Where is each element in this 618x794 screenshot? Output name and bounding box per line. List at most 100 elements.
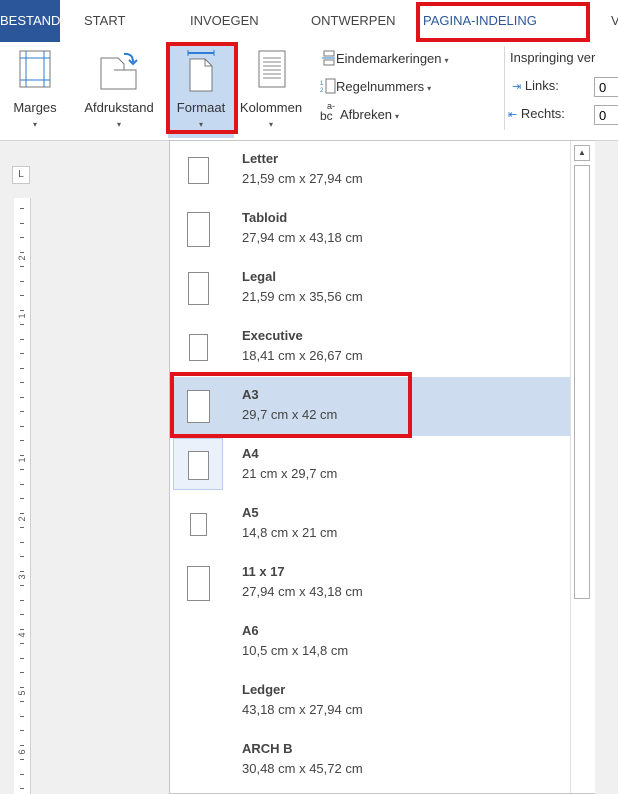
paper-size-item[interactable]: ARCH B 30,48 cm x 45,72 cm <box>170 731 570 790</box>
orientation-icon <box>100 52 138 90</box>
paper-page-icon <box>186 565 210 601</box>
paper-page-icon <box>187 450 209 480</box>
ruler-number: 2 <box>17 516 27 522</box>
highlight-a3-item <box>170 372 412 438</box>
line-numbers-arrow-icon: ▾ <box>427 84 432 93</box>
hyphenation-icon: a-bc <box>320 101 336 123</box>
ruler-tick <box>20 396 24 398</box>
paper-size-item[interactable]: Tabloid 27,94 cm x 43,18 cm <box>170 200 570 259</box>
paper-size-dimensions: 21 cm x 29,7 cm <box>242 466 338 481</box>
ruler-tick <box>20 701 24 702</box>
ruler-tick <box>20 208 24 209</box>
paper-size-item[interactable]: 11 x 17 27,94 cm x 43,18 cm <box>170 554 570 613</box>
vertical-ruler: 2 1 1 2 3 4 5 6 <box>14 198 31 794</box>
ruler-number: 2 <box>17 255 27 261</box>
ribbon: Marges ▾ Afdrukstand ▾ Formaat ▾ Kolomme… <box>0 42 618 141</box>
hyphenation-button[interactable]: a-bc Afbreken ▾ <box>320 101 400 123</box>
highlight-page-layout-tab <box>416 2 590 42</box>
ruler-tick <box>20 788 24 789</box>
tab-next[interactable]: V <box>611 0 618 42</box>
paper-size-dropdown: Letter 21,59 cm x 27,94 cm Tabloid 27,94 cm… <box>169 140 595 794</box>
ruler-tick <box>20 483 24 485</box>
ruler-tick <box>20 556 24 557</box>
ruler-number: 4 <box>17 632 27 638</box>
paper-size-dimensions: 30,48 cm x 45,72 cm <box>242 761 363 776</box>
margins-label: Marges <box>13 100 57 115</box>
ruler-tick <box>20 338 24 340</box>
paper-size-name: Letter <box>242 151 279 166</box>
hyphenation-arrow-icon: ▾ <box>395 112 400 121</box>
margins-arrow-icon: ▾ <box>32 120 37 129</box>
paper-size-item[interactable]: Letter 21,59 cm x 27,94 cm <box>170 141 570 200</box>
tab-design[interactable]: ONTWERPEN <box>311 0 396 42</box>
indent-right-icon: ⇤ <box>508 109 518 121</box>
ruler-tick <box>20 672 24 673</box>
ruler-number: 5 <box>17 690 27 696</box>
breaks-button[interactable]: Eindemarkeringen ▾ <box>320 50 449 66</box>
paper-page-icon <box>187 156 209 184</box>
paper-page-icon <box>188 333 208 361</box>
tab-file[interactable]: BESTAND <box>0 0 60 42</box>
paper-size-name: A5 <box>242 505 259 520</box>
paper-size-item[interactable]: Executive 18,41 cm x 26,67 cm <box>170 318 570 377</box>
ruler-tick <box>20 382 24 383</box>
paper-size-name: Tabloid <box>242 210 288 225</box>
breaks-label: Eindemarkeringen <box>336 51 442 66</box>
paper-size-item[interactable]: A5 14,8 cm x 21 cm <box>170 495 570 554</box>
svg-text:1: 1 <box>320 81 324 87</box>
ruler-tick <box>20 744 24 746</box>
paper-size-name: A4 <box>242 446 259 461</box>
ruler-tick <box>20 614 24 615</box>
paper-size-dimensions: 21,59 cm x 35,56 cm <box>242 289 363 304</box>
paper-size-item[interactable]: Ledger 43,18 cm x 27,94 cm <box>170 672 570 731</box>
paper-page-icon <box>189 512 207 536</box>
paper-size-dimensions: 14,8 cm x 21 cm <box>242 525 338 540</box>
paper-size-name: Executive <box>242 328 303 343</box>
svg-text:2: 2 <box>320 88 324 94</box>
ruler-tick <box>20 498 24 499</box>
paper-size-name: Ledger <box>242 682 286 697</box>
breaks-icon <box>322 50 335 66</box>
paper-size-item[interactable]: A4 21 cm x 29,7 cm <box>170 436 570 495</box>
orientation-button[interactable]: Afdrukstand ▾ <box>72 42 166 138</box>
ruler-tick <box>20 324 24 325</box>
paper-size-name: Legal <box>242 269 276 284</box>
scroll-thumb[interactable] <box>574 165 590 599</box>
tab-stop-selector[interactable]: L <box>12 166 30 184</box>
indent-left-input[interactable]: 0 <box>594 77 618 97</box>
paper-size-name: A6 <box>242 623 259 638</box>
ruler-number: 1 <box>17 457 27 463</box>
line-numbers-button[interactable]: 1 2 Regelnummers ▾ <box>320 78 431 94</box>
margins-button[interactable]: Marges ▾ <box>2 42 68 138</box>
ruler-tick <box>20 773 24 775</box>
tab-start[interactable]: START <box>84 0 125 42</box>
hyphenation-label: Afbreken <box>340 107 393 122</box>
paper-page-icon <box>187 271 209 305</box>
ruler-tick <box>20 469 24 470</box>
ruler-tick <box>20 222 24 224</box>
paper-size-dimensions: 18,41 cm x 26,67 cm <box>242 348 363 363</box>
ruler-number: 3 <box>17 574 27 580</box>
ruler-tick <box>20 367 24 369</box>
indent-left-icon: ⇥ <box>512 81 522 93</box>
ruler-tick <box>20 541 24 543</box>
margins-icon <box>19 50 51 88</box>
paper-size-name: 11 x 17 <box>242 564 285 579</box>
paper-size-item[interactable]: Legal 21,59 cm x 35,56 cm <box>170 259 570 318</box>
indent-heading: Inspringing ver <box>510 50 596 65</box>
columns-label: Kolommen <box>239 100 303 115</box>
ruler-tick <box>20 599 24 601</box>
ruler-tick <box>20 266 24 267</box>
tab-insert[interactable]: INVOEGEN <box>190 0 259 42</box>
paper-size-dimensions: 21,59 cm x 27,94 cm <box>242 171 363 186</box>
columns-button[interactable]: Kolommen ▾ <box>236 42 306 138</box>
ruler-tick <box>20 237 24 238</box>
ruler-number: 6 <box>17 749 27 755</box>
scroll-up-arrow-icon[interactable]: ▲ <box>574 145 590 161</box>
paper-size-item[interactable]: A6 10,5 cm x 14,8 cm <box>170 613 570 672</box>
columns-icon <box>258 50 286 88</box>
indent-right-input[interactable]: 0 <box>594 105 618 125</box>
ruler-tick <box>20 730 24 731</box>
highlight-size-button <box>166 42 238 134</box>
ruler-tick <box>20 280 24 282</box>
